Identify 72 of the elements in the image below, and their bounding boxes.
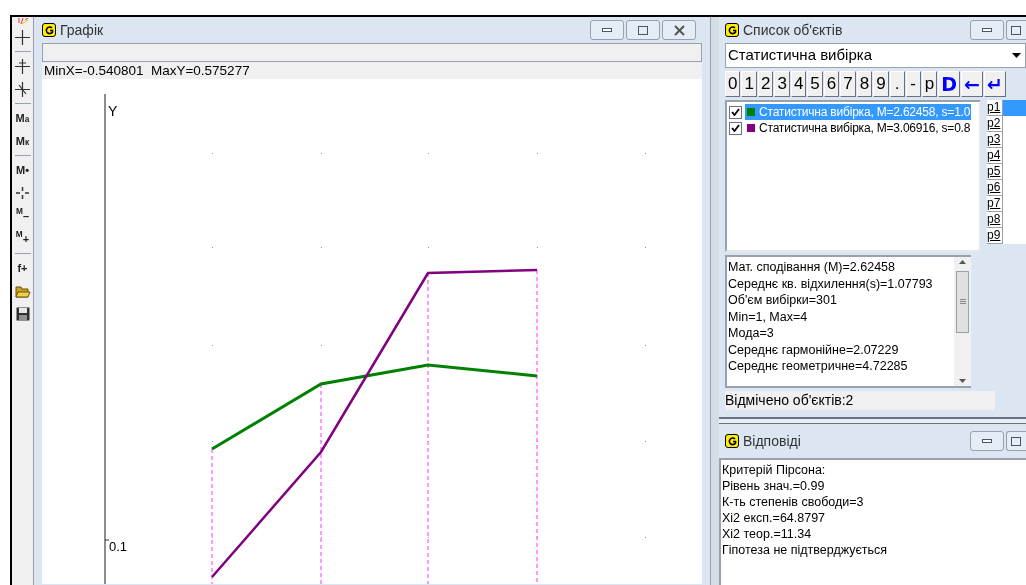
answer-line: Критерій Пірсона:	[721, 462, 827, 478]
app-logo-icon	[725, 23, 739, 37]
key-button[interactable]: 9	[873, 71, 889, 97]
cross-icon	[15, 29, 30, 45]
key-button[interactable]: 3	[774, 71, 790, 97]
key-button[interactable]: 4	[790, 71, 807, 97]
answer-line: Xi2 експ.=64.8797	[721, 510, 827, 526]
key-button[interactable]: 8	[856, 71, 873, 97]
answer-line: Xi2 теор.=11.34	[721, 526, 813, 542]
answer-line: К-ть степенів свободи=3	[721, 494, 865, 510]
close-icon	[673, 24, 685, 36]
tick-label: 0.1	[109, 538, 128, 556]
stat-line: Середнє кв. відхилення(s)=1.07793	[727, 275, 934, 292]
stat-line: Мода=3	[727, 325, 775, 342]
tool-button[interactable]: $^{M}$+	[12, 228, 33, 250]
dropdown-arrow-icon	[1011, 53, 1021, 58]
key-button[interactable]: ←	[960, 71, 983, 97]
key-button[interactable]: ↵	[983, 71, 1006, 97]
stat-line: Мат. сподівання (M)=2.62458	[727, 259, 896, 276]
tool-button[interactable]: M$_{к}$	[12, 130, 33, 152]
cross-tick-icon	[15, 58, 30, 74]
stat-line: Об'єм вибірки=301	[727, 292, 838, 309]
minimize-button[interactable]	[970, 20, 1004, 40]
tool-button[interactable]: $^{M}$–	[12, 205, 33, 227]
stat-line: Min=1, Max=4	[727, 308, 809, 325]
small-mark-icon	[16, 17, 29, 25]
stat-line: Середнє геометричне=4.72285	[727, 358, 909, 375]
list-item[interactable]: Статистична вибірка, M=3.06916, s=0.8	[745, 120, 972, 136]
key-button[interactable]: p	[921, 71, 938, 97]
window-title: Список об'єктів	[743, 20, 843, 40]
tool-button[interactable]: M$_{a}$	[12, 107, 33, 129]
scroll-thumb[interactable]	[956, 270, 969, 333]
coordinates-text: MinX=-0.540801 MaxY=0.575277	[42, 62, 702, 79]
grip-icon	[959, 299, 966, 304]
param-button[interactable]: p1	[987, 100, 1026, 116]
key-button[interactable]: -	[905, 71, 921, 97]
axis-label: Y	[108, 102, 118, 121]
answer-line: Гіпотеза не підтверджується	[721, 542, 889, 558]
minimize-button[interactable]	[970, 431, 1004, 451]
scroll-down-icon[interactable]	[959, 379, 966, 383]
window-title: Відповіді	[743, 431, 801, 451]
key-button[interactable]: 7	[840, 71, 856, 97]
scrollbar[interactable]	[954, 255, 971, 388]
key-button[interactable]: 6	[823, 71, 840, 97]
key-button[interactable]: D	[938, 71, 960, 97]
app-logo-icon	[42, 23, 56, 37]
checkbox[interactable]	[729, 105, 742, 119]
key-button[interactable]: 5	[807, 71, 823, 97]
minimize-button[interactable]	[590, 20, 624, 40]
scale-icon	[15, 186, 30, 200]
param-button[interactable]: p9	[987, 228, 1026, 244]
stat-line: Середнє гармонійне=2.07229	[727, 341, 900, 358]
close-button[interactable]	[662, 20, 696, 40]
scroll-up-icon[interactable]	[959, 260, 966, 264]
maximize-button[interactable]	[1006, 431, 1026, 451]
maximize-button[interactable]	[626, 20, 660, 40]
window-title: Графік	[60, 20, 104, 40]
key-button[interactable]: 2	[757, 71, 774, 97]
input-field[interactable]	[42, 43, 702, 62]
dropdown[interactable]: Статистична вибірка	[725, 43, 1026, 68]
app-logo-icon	[725, 434, 739, 448]
key-button[interactable]: 1	[741, 71, 757, 97]
key-button[interactable]: .	[889, 71, 905, 97]
answer-line: Рівень знач.=0.99	[721, 478, 826, 494]
status-bar: Відмічено об'єктів:2	[725, 391, 995, 410]
folder-icon	[14, 284, 31, 298]
cross-slant-icon	[15, 81, 30, 97]
key-button[interactable]: 0	[725, 71, 741, 97]
checkbox[interactable]	[729, 121, 742, 135]
tool-button[interactable]: f+	[12, 257, 33, 279]
maximize-button[interactable]	[1006, 20, 1026, 40]
tool-button[interactable]: M•	[12, 159, 33, 181]
